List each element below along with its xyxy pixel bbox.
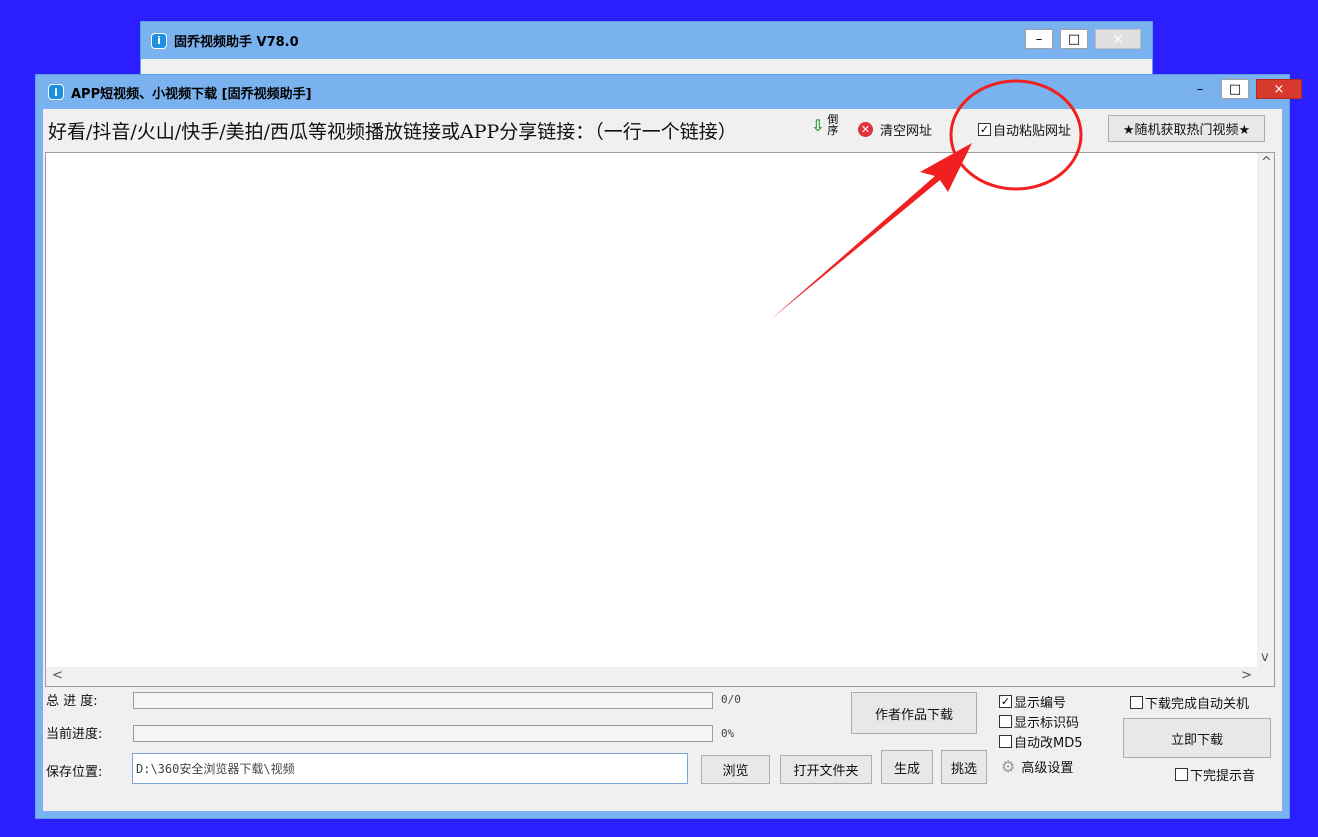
total-progress-value: 0/0: [721, 693, 741, 706]
total-progress-bar: [133, 692, 713, 709]
download-now-button[interactable]: 立即下载: [1123, 718, 1271, 758]
app-icon: i: [151, 32, 167, 49]
open-folder-button[interactable]: 打开文件夹: [780, 755, 872, 784]
close-button[interactable]: ×: [1256, 79, 1302, 99]
checkbox-icon: [999, 735, 1012, 748]
main-titlebar[interactable]: i APP短视频、小视频下载 [固乔视频助手] – □ ×: [36, 75, 1302, 109]
auto-paste-checkbox[interactable]: ✓ 自动粘贴网址: [978, 120, 1071, 139]
maximize-button[interactable]: □: [1221, 79, 1249, 99]
done-sound-checkbox[interactable]: 下完提示音: [1175, 765, 1255, 784]
reverse-order-button[interactable]: ⇩ 倒序: [811, 114, 839, 136]
url-input-area[interactable]: ^ v < >: [45, 152, 1275, 687]
checkbox-icon: [999, 715, 1012, 728]
auto-md5-label: 自动改MD5: [1014, 736, 1083, 751]
clear-urls-button[interactable]: ✕ 清空网址: [858, 120, 932, 139]
checkbox-icon: [1130, 696, 1143, 709]
app-icon: i: [48, 84, 64, 100]
advanced-settings-label: 高级设置: [1021, 761, 1074, 776]
close-circle-icon: ✕: [858, 122, 873, 137]
main-window[interactable]: i APP短视频、小视频下载 [固乔视频助手] – □ × 好看/抖音/火山/快…: [35, 74, 1302, 819]
show-id-checkbox[interactable]: 显示标识码: [999, 712, 1079, 731]
horizontal-scrollbar[interactable]: < >: [46, 667, 1258, 686]
scroll-left-icon[interactable]: <: [52, 668, 63, 683]
browse-button[interactable]: 浏览: [701, 755, 770, 784]
minimize-button[interactable]: –: [1025, 29, 1053, 49]
checkbox-checked-icon: ✓: [978, 123, 991, 136]
vertical-scrollbar[interactable]: ^ v: [1257, 153, 1274, 667]
advanced-settings-button[interactable]: ⚙ 高级设置: [1001, 757, 1073, 776]
window-title: 固乔视频助手 V78.0: [174, 35, 299, 50]
auto-paste-label: 自动粘贴网址: [993, 124, 1072, 139]
scroll-corner: [1257, 667, 1274, 686]
show-number-checkbox[interactable]: ✓ 显示编号: [999, 692, 1066, 711]
generate-button[interactable]: 生成: [881, 750, 933, 784]
clear-urls-label: 清空网址: [880, 124, 933, 139]
random-hot-videos-button[interactable]: ★随机获取热门视频★: [1108, 115, 1265, 142]
auto-shutdown-label: 下载完成自动关机: [1145, 697, 1250, 712]
toolbar: 好看/抖音/火山/快手/美拍/西瓜等视频播放链接或APP分享链接：（一行一个链接…: [43, 109, 1282, 147]
scroll-up-icon[interactable]: ^: [1261, 155, 1272, 170]
reverse-order-label: 倒序: [827, 113, 839, 137]
link-prompt: 好看/抖音/火山/快手/美拍/西瓜等视频播放链接或APP分享链接：（一行一个链接…: [48, 121, 737, 143]
checkbox-icon: [1175, 768, 1188, 781]
down-arrow-icon: ⇩: [811, 115, 825, 135]
close-button[interactable]: ×: [1095, 29, 1141, 49]
client-area: 好看/抖音/火山/快手/美拍/西瓜等视频播放链接或APP分享链接：（一行一个链接…: [43, 109, 1282, 811]
checkbox-checked-icon: ✓: [999, 695, 1012, 708]
maximize-button[interactable]: □: [1060, 29, 1088, 49]
current-progress-bar: [133, 725, 713, 742]
save-location-label: 保存位置:: [46, 765, 103, 780]
scroll-down-icon[interactable]: v: [1261, 650, 1269, 665]
done-sound-label: 下完提示音: [1190, 769, 1256, 784]
auto-md5-checkbox[interactable]: 自动改MD5: [999, 732, 1083, 751]
show-number-label: 显示编号: [1014, 696, 1067, 711]
current-progress-value: 0%: [721, 727, 735, 740]
window-title: APP短视频、小视频下载 [固乔视频助手]: [71, 86, 312, 102]
total-progress-label: 总 进 度:: [46, 694, 98, 709]
background-titlebar[interactable]: i 固乔视频助手 V78.0 – □ ×: [141, 22, 1152, 59]
author-works-download-button[interactable]: 作者作品下载: [851, 692, 977, 734]
current-progress-label: 当前进度:: [46, 727, 103, 742]
auto-shutdown-checkbox[interactable]: 下载完成自动关机: [1130, 693, 1249, 712]
gear-icon: ⚙: [1001, 757, 1016, 776]
show-id-label: 显示标识码: [1014, 716, 1080, 731]
scroll-right-icon[interactable]: >: [1241, 668, 1252, 683]
pick-button[interactable]: 挑选: [941, 750, 987, 784]
background-window[interactable]: i 固乔视频助手 V78.0 – □ ×: [140, 21, 1153, 81]
minimize-button[interactable]: –: [1186, 79, 1214, 99]
save-path-field[interactable]: D:\360安全浏览器下载\视频: [132, 753, 688, 784]
